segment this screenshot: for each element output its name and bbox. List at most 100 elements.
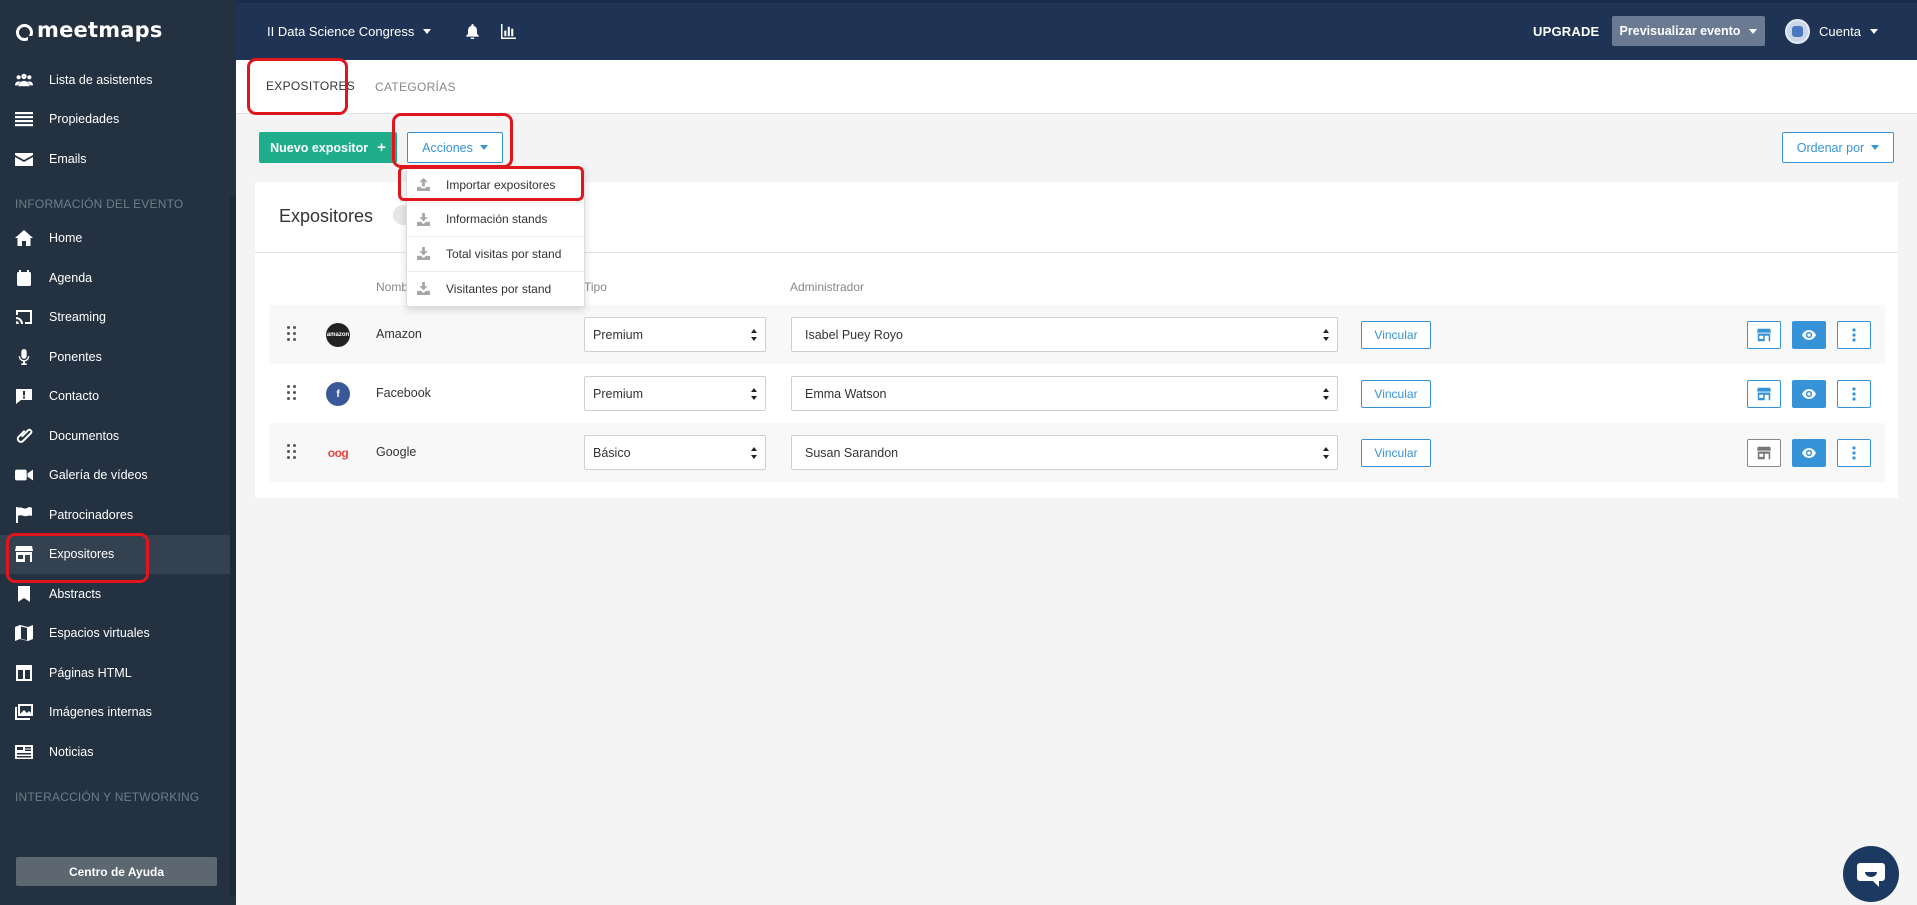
account-menu[interactable]: Cuenta: [1785, 19, 1878, 44]
admin-select[interactable]: Susan Sarandon: [791, 435, 1338, 470]
view-button[interactable]: [1792, 380, 1826, 408]
sort-button[interactable]: Ordenar por: [1782, 132, 1894, 163]
more-options-button[interactable]: [1837, 380, 1871, 408]
sidebar-item-propiedades[interactable]: Propiedades: [0, 100, 236, 140]
link-button[interactable]: Vincular: [1361, 439, 1431, 467]
actions-button[interactable]: Acciones: [407, 132, 503, 163]
stats-icon[interactable]: [500, 24, 516, 40]
stand-button[interactable]: [1747, 321, 1781, 349]
menu-item-total-visits[interactable]: Total visitas por stand: [407, 237, 584, 272]
sidebar-item-agenda[interactable]: Agenda: [0, 258, 236, 298]
support-chat-button[interactable]: [1843, 846, 1899, 902]
sidebar-item-label: Streaming: [49, 310, 106, 325]
sidebar-scrollbar[interactable]: [230, 197, 236, 897]
view-button[interactable]: [1792, 321, 1826, 349]
menu-item-import-exhibitors[interactable]: Importar expositores: [407, 168, 584, 203]
plus-icon: +: [377, 139, 386, 156]
video-icon: [14, 467, 34, 483]
sidebar-section-networking: INTERACCIÓN Y NETWORKING: [15, 789, 200, 804]
preview-event-label: Previsualizar evento: [1619, 24, 1741, 38]
cast-icon: [14, 309, 34, 325]
select-arrows-icon: [751, 329, 757, 341]
card-title: Expositores: [279, 206, 374, 226]
sidebar-item-home[interactable]: Home: [0, 219, 236, 259]
exhibitor-name: Google: [376, 445, 417, 459]
sidebar-item-contacto[interactable]: Contacto: [0, 377, 236, 417]
chevron-down-icon: [1869, 29, 1878, 34]
sidebar-item-label: Imágenes internas: [49, 705, 152, 720]
upgrade-link[interactable]: UPGRADE: [1533, 24, 1599, 39]
drag-handle-icon[interactable]: [287, 385, 297, 402]
sidebar-item-noticias[interactable]: Noticias: [0, 732, 236, 772]
drag-handle-icon[interactable]: [287, 326, 297, 343]
view-button[interactable]: [1792, 439, 1826, 467]
tab-expositores[interactable]: EXPOSITORES: [266, 60, 355, 114]
sidebar-item-espacios-virtuales[interactable]: Espacios virtuales: [0, 614, 236, 654]
sidebar-item-galeria-videos[interactable]: Galería de vídeos: [0, 456, 236, 496]
new-exhibitor-button[interactable]: Nuevo expositor +: [259, 132, 397, 163]
sidebar-item-documentos[interactable]: Documentos: [0, 416, 236, 456]
more-vertical-icon: [1852, 387, 1856, 401]
drag-handle-icon[interactable]: [287, 444, 297, 461]
admin-value: Susan Sarandon: [805, 445, 899, 460]
users-icon: [14, 72, 34, 88]
home-icon: [14, 230, 34, 247]
link-button[interactable]: Vincular: [1361, 321, 1431, 349]
preview-event-button[interactable]: Previsualizar evento: [1612, 16, 1765, 46]
upload-icon: [417, 178, 430, 192]
sidebar-item-label: Lista de asistentes: [49, 72, 153, 87]
menu-item-label: Visitantes por stand: [446, 281, 552, 296]
brand-name: meetmaps: [37, 18, 163, 42]
list-icon: [14, 111, 34, 127]
download-icon: [417, 212, 430, 226]
sidebar-item-patrocinadores[interactable]: Patrocinadores: [0, 495, 236, 535]
sidebar-item-label: Propiedades: [49, 112, 120, 127]
table-row: oog Google Básico Susan Sarandon Vincula…: [269, 423, 1885, 482]
sidebar-item-lista-asistentes[interactable]: Lista de asistentes: [0, 60, 236, 100]
flag-icon: [14, 506, 34, 523]
type-select[interactable]: Básico: [584, 435, 766, 470]
actions-label: Acciones: [422, 140, 473, 155]
sidebar-item-label: Galería de vídeos: [49, 468, 148, 483]
more-vertical-icon: [1852, 328, 1856, 342]
stand-button[interactable]: [1747, 439, 1781, 467]
help-center-button[interactable]: Centro de Ayuda: [16, 857, 217, 886]
sidebar-item-emails[interactable]: Emails: [0, 139, 236, 179]
more-options-button[interactable]: [1837, 439, 1871, 467]
tab-categorias[interactable]: CATEGORÍAS: [375, 60, 456, 114]
sidebar-item-label: Home: [49, 231, 83, 246]
stand-button[interactable]: [1747, 380, 1781, 408]
new-exhibitor-label: Nuevo expositor: [270, 140, 369, 155]
menu-item-label: Total visitas por stand: [446, 246, 562, 261]
sidebar-item-imagenes-internas[interactable]: Imágenes internas: [0, 693, 236, 733]
newspaper-icon: [14, 744, 34, 760]
select-arrows-icon: [751, 447, 757, 459]
sidebar-item-label: Documentos: [49, 428, 120, 443]
envelope-icon: [14, 151, 34, 167]
admin-value: Emma Watson: [805, 386, 887, 401]
admin-select[interactable]: Isabel Puey Royo: [791, 317, 1338, 352]
menu-item-visitors-per-stand[interactable]: Visitantes por stand: [407, 272, 584, 307]
calendar-icon: [14, 269, 34, 286]
type-select[interactable]: Premium: [584, 317, 766, 352]
chevron-down-icon: [423, 29, 432, 34]
download-icon: [417, 282, 430, 296]
actions-dropdown-menu: Importar expositores Información stands …: [406, 167, 585, 307]
map-icon: [14, 625, 34, 642]
sidebar-item-expositores[interactable]: Expositores: [0, 534, 236, 574]
sidebar-item-streaming[interactable]: Streaming: [0, 298, 236, 338]
app-logo[interactable]: meetmaps: [0, 0, 236, 60]
sidebar-item-paginas-html[interactable]: Páginas HTML: [0, 653, 236, 693]
bell-icon[interactable]: [464, 24, 480, 40]
select-arrows-icon: [1323, 447, 1329, 459]
type-select[interactable]: Premium: [584, 376, 766, 411]
sidebar-item-abstracts[interactable]: Abstracts: [0, 574, 236, 614]
admin-select[interactable]: Emma Watson: [791, 376, 1338, 411]
more-options-button[interactable]: [1837, 321, 1871, 349]
sidebar-item-ponentes[interactable]: Ponentes: [0, 337, 236, 377]
paperclip-icon: [14, 428, 34, 444]
link-button[interactable]: Vincular: [1361, 380, 1431, 408]
event-selector[interactable]: II Data Science Congress: [267, 24, 432, 39]
tab-bar: EXPOSITORES CATEGORÍAS: [236, 60, 1917, 114]
menu-item-stand-info[interactable]: Información stands: [407, 203, 584, 237]
